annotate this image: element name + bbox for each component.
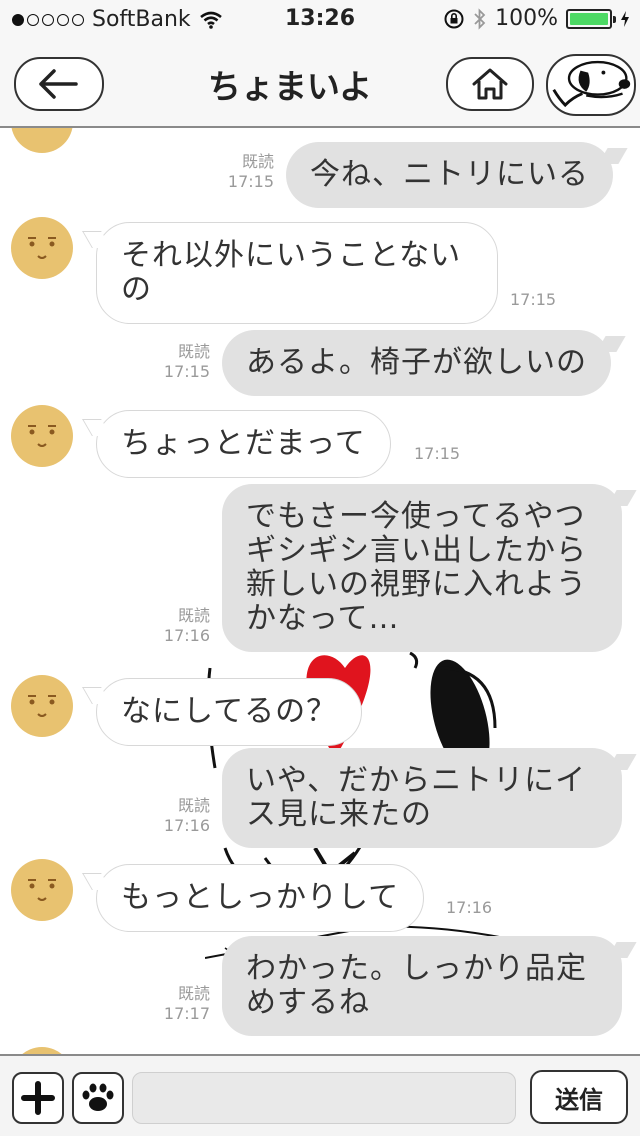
- contact-avatar[interactable]: [10, 1046, 74, 1054]
- message-input-bar: 送信: [0, 1054, 640, 1136]
- message-bubble-outgoing[interactable]: 今ね、ニトリにいる: [286, 142, 613, 208]
- message-time: 17:15: [163, 362, 210, 381]
- cookie-face-icon: [22, 1047, 62, 1054]
- cookie-face-icon: [11, 217, 73, 279]
- message-meta: 既読 17:15: [210, 152, 274, 192]
- message-meta: 既読 17:17: [146, 984, 210, 1024]
- message-meta: 既読 17:16: [146, 796, 210, 836]
- chat-title: ちょまいよ: [207, 67, 373, 106]
- send-button[interactable]: 送信: [530, 1070, 628, 1124]
- cookie-face-icon: [11, 405, 73, 467]
- contact-avatar[interactable]: [10, 216, 74, 280]
- read-receipt: 既読: [241, 152, 274, 171]
- message-meta: 既読 17:15: [146, 342, 210, 382]
- message-time: 17:16: [446, 898, 493, 917]
- chat-header: ちょまいよ: [0, 40, 640, 128]
- message-time: 17:16: [380, 708, 427, 727]
- message-time: 17:16: [163, 816, 210, 835]
- read-receipt: 既読: [177, 796, 210, 815]
- message-bubble-incoming[interactable]: それ以外にいうことないの: [96, 222, 498, 324]
- message-time: 17:16: [163, 626, 210, 645]
- status-right: 100%: [443, 6, 630, 31]
- chat-area[interactable]: 今ね、ニトリにいる 既読 17:15 それ以外にいうことないの 17:15 ある…: [0, 128, 640, 1054]
- message-bubble-outgoing[interactable]: いや、だからニトリにイス見に来たの: [222, 748, 622, 848]
- cookie-face-icon: [11, 675, 73, 737]
- read-receipt: 既読: [177, 342, 210, 361]
- message-time: 17:15: [227, 172, 274, 191]
- message-bubble-outgoing[interactable]: でもさー今使ってるやつギシギシ言い出したから新しいの視野に入れようかなって…: [222, 484, 622, 652]
- home-icon: [472, 68, 508, 100]
- message-input[interactable]: [132, 1072, 516, 1124]
- profile-avatar-button[interactable]: [546, 54, 636, 116]
- message-bubble-incoming[interactable]: もっとしっかりして: [96, 864, 425, 932]
- message-bubble-outgoing[interactable]: わかった。しっかり品定めするね: [222, 936, 622, 1036]
- message-bubble-incoming[interactable]: なにしてるの？: [96, 678, 363, 746]
- message-time: 17:15: [414, 444, 461, 463]
- contact-avatar[interactable]: [10, 128, 74, 154]
- plus-icon: [21, 1081, 55, 1115]
- message-bubble-outgoing[interactable]: あるよ。椅子が欲しいの: [222, 330, 611, 396]
- paw-icon: [82, 1083, 114, 1111]
- snoopy-avatar-icon: [552, 60, 631, 108]
- read-receipt: 既読: [177, 606, 210, 625]
- contact-avatar[interactable]: [10, 674, 74, 738]
- charging-icon: [621, 10, 629, 27]
- message-meta: 既読 17:16: [146, 606, 210, 646]
- battery-percent: 100%: [495, 6, 558, 31]
- attach-button[interactable]: [12, 1072, 64, 1124]
- status-bar: SoftBank 13:26 100%: [0, 0, 640, 40]
- cookie-face-icon: [11, 859, 73, 921]
- arrow-left-icon: [39, 69, 78, 99]
- sticker-button[interactable]: [72, 1072, 124, 1124]
- cookie-face-icon: [11, 128, 73, 153]
- battery-icon: [566, 8, 616, 29]
- contact-avatar[interactable]: [10, 858, 74, 922]
- contact-avatar[interactable]: [10, 404, 74, 468]
- read-receipt: 既読: [177, 984, 210, 1003]
- message-bubble-incoming[interactable]: ちょっとだまって: [96, 410, 391, 478]
- message-time: 17:15: [510, 290, 557, 309]
- bluetooth-icon: [474, 7, 486, 30]
- rotation-lock-icon: [444, 9, 464, 28]
- back-button[interactable]: [14, 57, 104, 111]
- message-time: 17:17: [163, 1004, 210, 1023]
- home-button[interactable]: [446, 57, 534, 111]
